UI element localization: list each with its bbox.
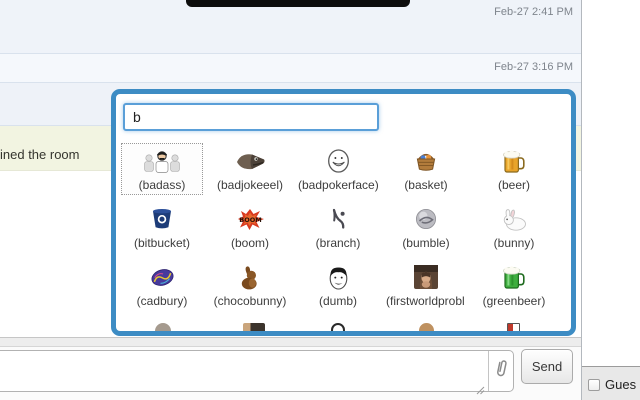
emoticon-cell[interactable]: (firstworldprobl [385, 259, 467, 311]
emoticon-picker-popup: (badass) (badjokeeel) (badpokerface) (baske… [111, 89, 576, 336]
bitbucket-icon [122, 202, 202, 236]
emoticon-cell[interactable]: (basket) [385, 143, 467, 195]
partial-emoticon-icon[interactable] [419, 323, 434, 331]
emoticon-cell[interactable]: (bunny) [473, 201, 555, 253]
basket-icon [386, 144, 466, 178]
emoticon-label: (bumble) [402, 236, 450, 250]
system-message-text: ined the room [0, 147, 80, 162]
badass-icon [122, 144, 202, 178]
greenbeer-icon [474, 260, 554, 294]
message-input-box [0, 350, 514, 395]
boom-icon: BOOM [210, 202, 290, 236]
chocobunny-icon [210, 260, 290, 294]
right-sidebar: Gues [582, 0, 640, 400]
emoticon-cell[interactable]: BOOM (boom) [209, 201, 291, 253]
emoticon-cell[interactable]: (branch) [297, 201, 379, 253]
chat-message-row: Feb-27 3:16 PM [0, 54, 581, 83]
emoticon-cell[interactable]: (cadbury) [121, 259, 203, 311]
emoticon-label: (badass) [138, 178, 186, 192]
emoticon-label: (boom) [230, 236, 269, 250]
bunny-icon [474, 202, 554, 236]
emoticon-cell[interactable]: (bitbucket) [121, 201, 203, 253]
firstworldproblems-icon [386, 260, 466, 294]
guest-access-checkbox[interactable] [588, 379, 600, 391]
emoticon-cell[interactable]: (bumble) [385, 201, 467, 253]
cadbury-icon [122, 260, 202, 294]
resize-handle-icon[interactable] [476, 382, 485, 400]
emoticon-label: (bitbucket) [133, 236, 191, 250]
emoticon-label: (beer) [497, 178, 530, 192]
partial-emoticon-icon[interactable] [507, 323, 520, 331]
sidebar-divider [581, 0, 582, 400]
emoticon-label: (badjokeeel) [216, 178, 284, 192]
paperclip-icon [494, 358, 509, 385]
dumb-icon [298, 260, 378, 294]
composer-top-strip [0, 337, 581, 347]
emoticon-label: (basket) [404, 178, 448, 192]
message-timestamp: Feb-27 3:16 PM [494, 61, 573, 73]
emoticon-cell[interactable]: (greenbeer) [473, 259, 555, 311]
partial-emoticon-icon[interactable] [155, 323, 171, 331]
guest-access-label: Gues [605, 377, 637, 392]
emoticon-label: (bunny) [493, 236, 535, 250]
emoticon-label: (greenbeer) [482, 294, 546, 308]
sidebar-footer: Gues [582, 366, 640, 400]
emoticon-label: (branch) [315, 236, 361, 250]
beer-icon [474, 144, 554, 178]
emoticon-cell[interactable]: (dumb) [297, 259, 379, 311]
svg-text:BOOM: BOOM [239, 216, 261, 224]
emoticon-cell[interactable]: (chocobunny) [209, 259, 291, 311]
badjokeeel-icon [210, 144, 290, 178]
emoticon-cell[interactable]: (badpokerface) [297, 143, 379, 195]
message-composer: Send [0, 347, 581, 400]
message-input[interactable] [1, 351, 485, 391]
send-button[interactable]: Send [521, 349, 573, 384]
emoticon-picker-content: (badass) (badjokeeel) (badpokerface) (baske… [116, 94, 571, 331]
emoticon-label: (badpokerface) [298, 178, 378, 192]
message-timestamp: Feb-27 2:41 PM [494, 6, 573, 18]
emoticon-label: (chocobunny) [213, 294, 287, 308]
emoticon-label: (cadbury) [136, 294, 188, 308]
emoticon-search-input[interactable] [123, 103, 379, 131]
partial-emoticon-icon[interactable] [243, 323, 265, 331]
app-window: Feb-27 2:41 PM Feb-27 3:16 PM ined the r… [0, 0, 640, 400]
branch-icon [298, 202, 378, 236]
badpokerface-icon [298, 144, 378, 178]
emoticon-label: (dumb) [318, 294, 357, 308]
attach-file-button[interactable] [489, 351, 514, 391]
emoticon-grid-partial-row [116, 323, 571, 331]
emoticon-cell[interactable]: (badass) [121, 143, 203, 195]
emoticon-label: (firstworldprobl [386, 294, 465, 308]
emoticon-cell[interactable]: (beer) [473, 143, 555, 195]
bumble-icon [386, 202, 466, 236]
emoticon-cell[interactable]: (badjokeeel) [209, 143, 291, 195]
top-black-bar [186, 0, 410, 7]
partial-emoticon-icon[interactable] [331, 323, 345, 331]
chat-message-row: Feb-27 2:41 PM [0, 0, 581, 54]
